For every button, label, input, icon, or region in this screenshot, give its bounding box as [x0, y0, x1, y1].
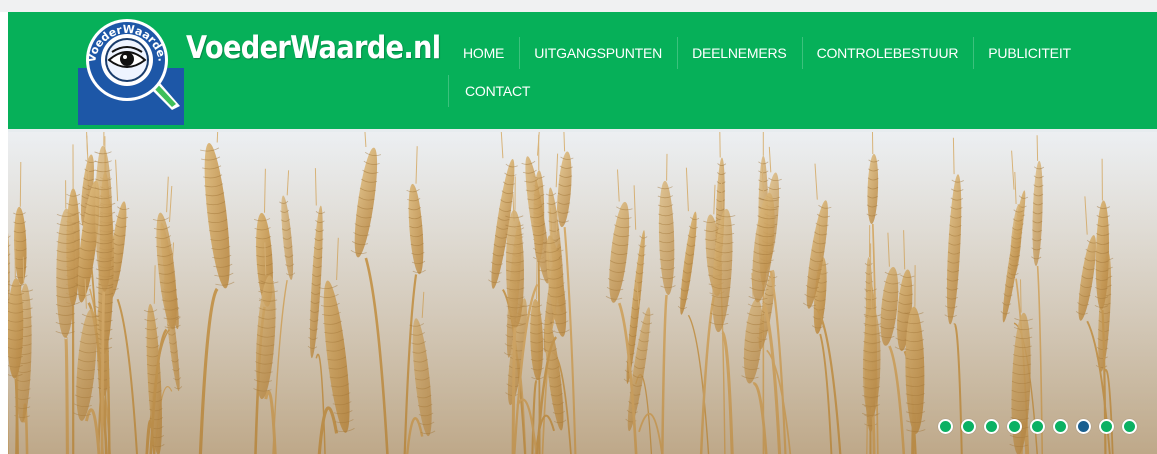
nav-item-uitgangspunten[interactable]: UITGANGSPUNTEN [519, 34, 677, 72]
nav-row-1: HOME UITGANGSPUNTEN DEELNEMERS CONTROLEB… [448, 34, 1148, 72]
hero-slider[interactable] [8, 132, 1157, 454]
top-strip [0, 0, 1157, 12]
main-nav: HOME UITGANGSPUNTEN DEELNEMERS CONTROLEB… [448, 34, 1148, 110]
nav-row-2: CONTACT [448, 72, 1148, 110]
slider-dot-6[interactable] [1053, 419, 1068, 434]
nav-item-contact[interactable]: CONTACT [448, 72, 545, 110]
site-header: VoederWaarde.nl VoederWaarde.nl HOME UIT… [8, 12, 1157, 129]
wheat-field-image [8, 132, 1157, 454]
nav-item-publiciteit[interactable]: PUBLICITEIT [973, 34, 1086, 72]
page: VoederWaarde.nl VoederWaarde.nl HOME UIT… [0, 0, 1157, 454]
slider-dot-4[interactable] [1007, 419, 1022, 434]
slider-dot-7[interactable] [1076, 419, 1091, 434]
nav-item-home[interactable]: HOME [448, 34, 519, 72]
slider-dot-3[interactable] [984, 419, 999, 434]
slider-dot-5[interactable] [1030, 419, 1045, 434]
slider-dot-2[interactable] [961, 419, 976, 434]
nav-item-controlebestuur[interactable]: CONTROLEBESTUUR [801, 34, 974, 72]
brand-name[interactable]: VoederWaarde.nl [186, 30, 441, 66]
magnifying-glass-eye-icon: VoederWaarde.nl [78, 12, 184, 125]
slider-dot-1[interactable] [938, 419, 953, 434]
slider-dot-9[interactable] [1122, 419, 1137, 434]
nav-item-deelnemers[interactable]: DEELNEMERS [677, 34, 801, 72]
slider-pagination [938, 419, 1137, 434]
slider-dot-8[interactable] [1099, 419, 1114, 434]
